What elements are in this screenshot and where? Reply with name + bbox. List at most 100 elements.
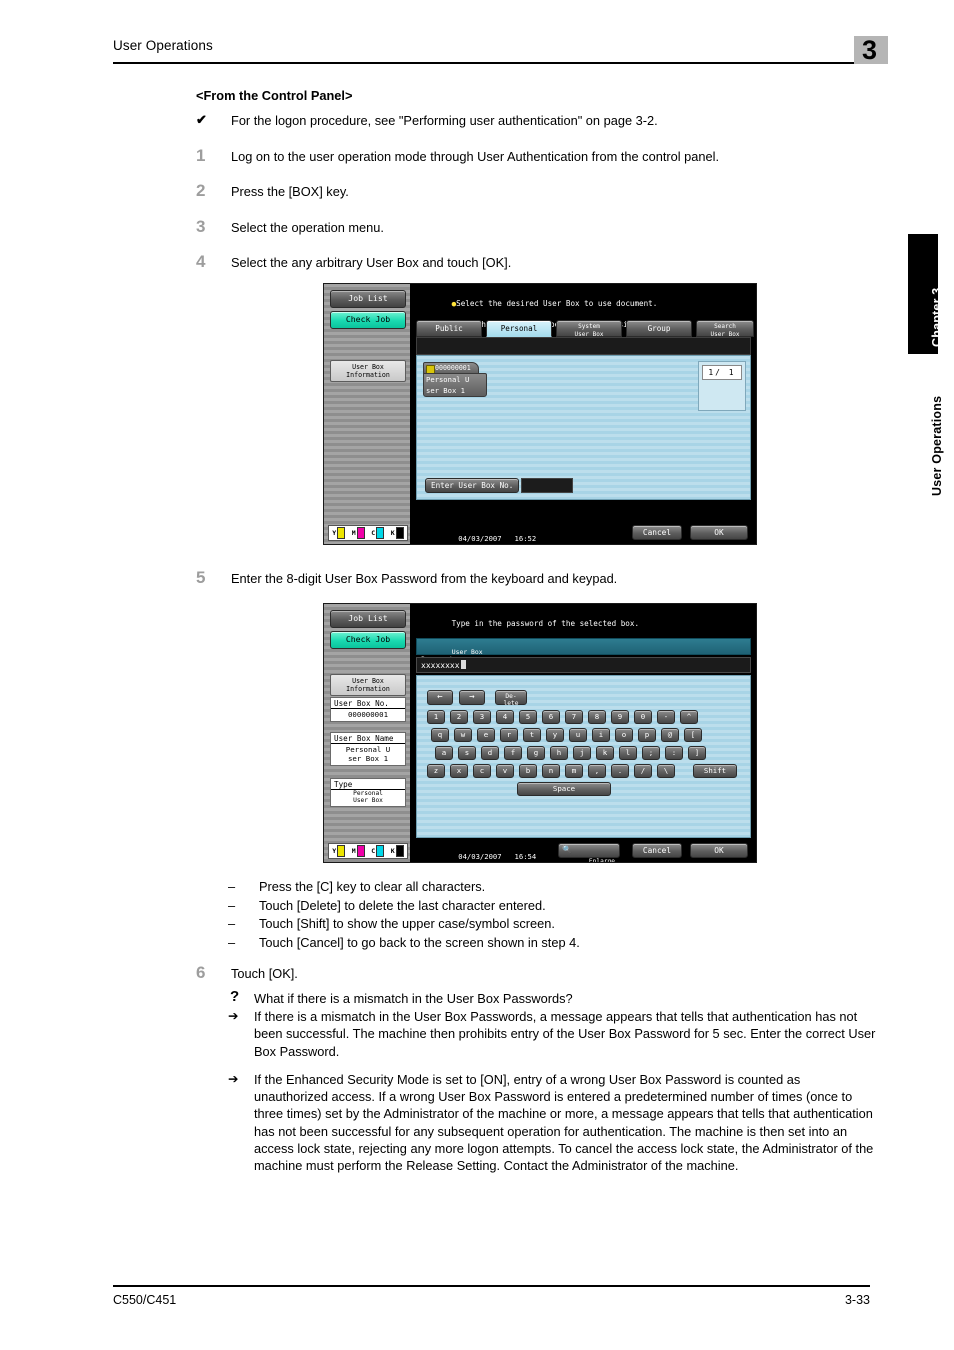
panel2-key-a[interactable]: a [435,746,453,760]
panel1-cancel-button[interactable]: Cancel [632,525,682,540]
panel2-cancel-button[interactable]: Cancel [632,843,682,858]
panel2-key-b[interactable]: b [519,764,537,778]
panel2-key-2[interactable]: 2 [450,710,468,724]
panel2-field-type: Type Personal User Box [330,778,406,807]
panel2-key-j[interactable]: j [573,746,591,760]
panel1-user-box-tile[interactable]: 000000001 Personal User Box 1 [423,362,487,397]
panel2-field-user-box-name: User Box Name Personal U ser Box 1 [330,732,406,766]
panel1-ok-button[interactable]: OK [690,525,748,540]
panel2-key-5[interactable]: 5 [519,710,537,724]
toner-k: K [391,527,404,539]
panel2-key-o[interactable]: o [615,728,633,742]
panel2-key-bracket-right[interactable]: ] [688,746,706,760]
panel2-key-s[interactable]: s [458,746,476,760]
side-tab-chapter-label: Chapter 3 [930,287,944,347]
side-tab-chapter: Chapter 3 [908,234,944,354]
panel2-key-shift[interactable]: Shift [693,764,737,778]
panel2-main: Type in the password of the selected box… [410,604,756,862]
panel1-enter-user-box-no-field[interactable] [521,478,574,493]
panel2-key-slash[interactable]: / [634,764,652,778]
panel2-key-i[interactable]: i [592,728,610,742]
dash-marker: – [228,916,236,932]
panel1-tab-search-user-box[interactable]: Search User Box [696,320,754,338]
panel2-ok-button[interactable]: OK [690,843,748,858]
panel2-key-hyphen[interactable]: - [657,710,675,724]
panel1-message-line1: Select the desired User Box to use docum… [456,298,658,308]
panel2-status-bar: 04/03/2007 16:54 Memory 0% 🔍 Enlarge Dis… [410,840,756,862]
panel2-key-3[interactable]: 3 [473,710,491,724]
panel2-key-backslash[interactable]: \ [657,764,675,778]
step-6-number: 6 [196,963,206,982]
panel1-box-name: Personal User Box 1 [423,373,487,397]
text-cursor [460,660,466,669]
panel2-key-left-arrow[interactable]: ← [427,690,453,705]
panel2-key-y[interactable]: y [546,728,564,742]
panel2-key-k[interactable]: k [596,746,614,760]
arrow-icon: ➔ [228,1009,239,1024]
step-4-number: 4 [196,252,206,271]
panel1-tab-personal[interactable]: Personal [486,320,552,337]
step-6-text: Touch [OK]. [231,966,298,981]
panel2-check-job-button[interactable]: Check Job [330,631,406,649]
panel1-page-indicator: 1/ 1 [702,365,742,380]
panel2-sidebar: Job List Check Job User Box Information … [324,604,411,862]
panel2-key-t[interactable]: t [523,728,541,742]
panel1-enter-user-box-no-button[interactable]: Enter User Box No. [425,478,520,493]
panel2-key-w[interactable]: w [454,728,472,742]
panel2-key-colon[interactable]: : [665,746,683,760]
panel2-key-1[interactable]: 1 [427,710,445,724]
panel2-key-delete[interactable]: De- lete [495,690,527,707]
panel2-key-g[interactable]: g [527,746,545,760]
panel2-key-x[interactable]: x [450,764,468,778]
panel2-key-right-arrow[interactable]: → [459,690,485,705]
dash-marker: – [228,934,236,950]
panel2-key-9[interactable]: 9 [611,710,629,724]
panel2-key-n[interactable]: n [542,764,560,778]
panel1-enter-box-no-group: Enter User Box No. [425,478,574,493]
panel2-key-caret[interactable]: ^ [680,710,698,724]
panel1-tab-group[interactable]: Group [626,320,692,337]
toner-y: Y [332,527,346,539]
panel2-key-7[interactable]: 7 [565,710,583,724]
panel2-key-0[interactable]: 0 [634,710,652,724]
panel1-tab-row: Public Personal System User Box Group Se… [414,318,754,338]
panel2-key-period[interactable]: . [611,764,629,778]
panel2-key-at[interactable]: @ [661,728,679,742]
panel2-key-comma[interactable]: , [588,764,606,778]
panel2-key-q[interactable]: q [431,728,449,742]
panel2-key-c[interactable]: c [473,764,491,778]
step-4-text: Select the any arbitrary User Box and to… [231,255,512,270]
panel2-key-h[interactable]: h [550,746,568,760]
magnifier-icon: 🔍 [562,845,572,854]
panel1-job-list-button[interactable]: Job List [330,290,406,308]
check-note-text: For the logon procedure, see "Performing… [231,113,658,128]
panel2-key-4[interactable]: 4 [496,710,514,724]
panel2-user-box-information-button[interactable]: User Box Information [330,674,406,696]
panel2-key-e[interactable]: e [477,728,495,742]
panel2-key-d[interactable]: d [481,746,499,760]
panel2-key-l[interactable]: l [619,746,637,760]
panel2-key-v[interactable]: v [496,764,514,778]
panel2-key-space[interactable]: Space [517,782,611,796]
answer-row: ➔ If there is a mismatch in the User Box… [228,1008,876,1060]
panel2-password-input[interactable]: xxxxxxxx [416,657,751,673]
panel2-key-6[interactable]: 6 [542,710,560,724]
panel1-tab-system-user-box[interactable]: System User Box [556,320,622,338]
panel2-key-z[interactable]: z [427,764,445,778]
panel2-job-list-button[interactable]: Job List [330,610,406,628]
panel2-key-f[interactable]: f [504,746,522,760]
panel1-tab-public[interactable]: Public [416,320,482,337]
toner-m: M [352,527,365,539]
panel2-key-p[interactable]: p [638,728,656,742]
panel2-key-u[interactable]: u [569,728,587,742]
panel2-key-semicolon[interactable]: ; [642,746,660,760]
panel1-user-box-information-button[interactable]: User Box Information [330,360,406,382]
panel1-check-job-button[interactable]: Check Job [330,311,406,329]
list-item-text: Press the [C] key to clear all character… [259,879,486,894]
panel1-page-indicator-area: 1/ 1 [698,361,746,411]
panel2-key-m[interactable]: m [565,764,583,778]
panel2-key-bracket-left[interactable]: [ [684,728,702,742]
panel2-enlarge-display-button[interactable]: 🔍 Enlarge Display [558,843,620,862]
panel2-key-8[interactable]: 8 [588,710,606,724]
panel2-key-r[interactable]: r [500,728,518,742]
